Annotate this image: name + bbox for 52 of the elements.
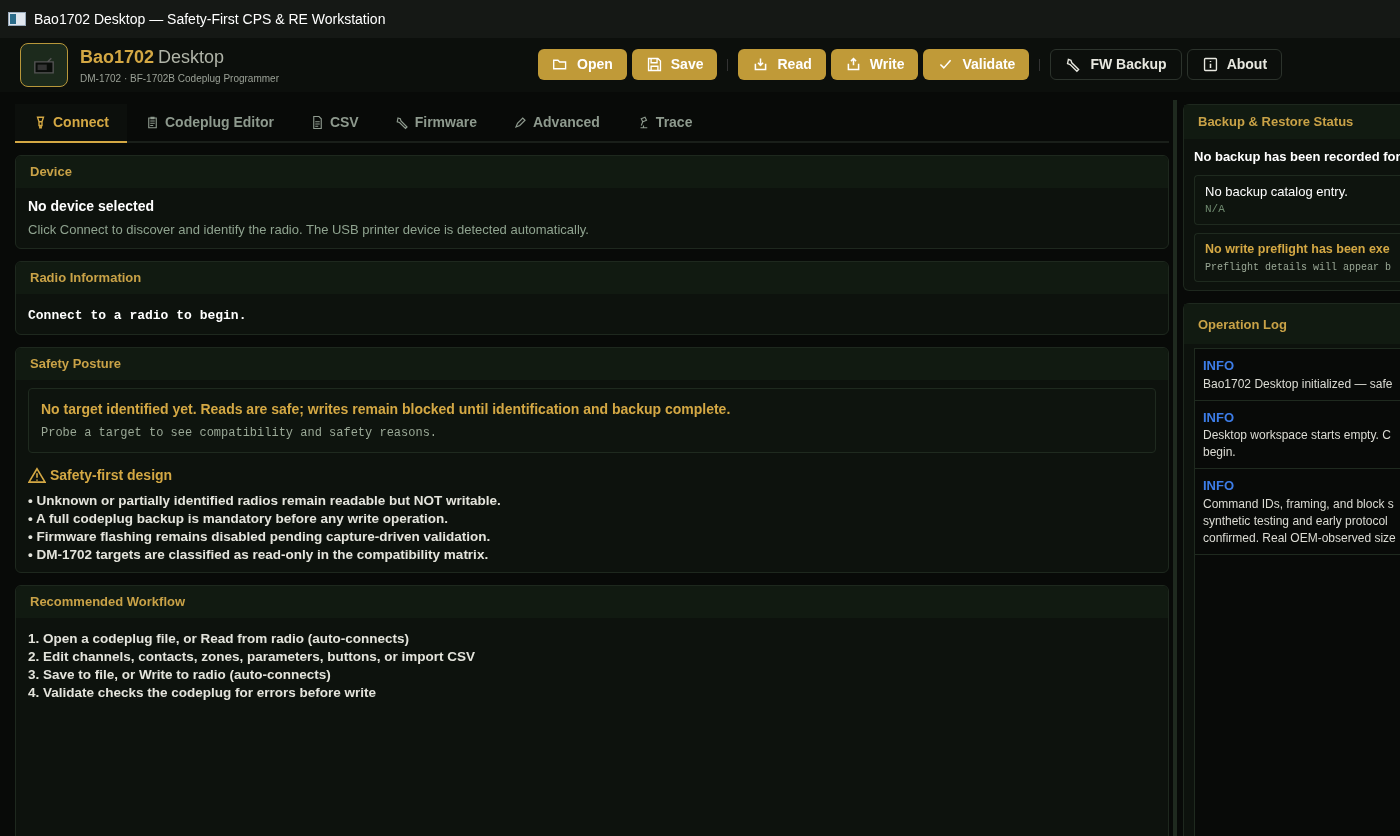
pencil-icon (512, 115, 528, 130)
workflow-step: 1. Open a codeplug file, or Read from radio (auto-connects) (28, 629, 1156, 648)
radio-info-text: Connect to a radio to begin. (28, 307, 247, 323)
safety-point: • Unknown or partially identified radios remain readable but NOT writable. (28, 491, 502, 510)
safety-alert-detail: Probe a target to see compatibility and safety reasons. (41, 424, 439, 442)
log-level: INFO (1203, 357, 1236, 376)
device-status: No device selected (28, 197, 156, 216)
workflow-step: 2. Edit channels, contacts, zones, parameters, buttons, or import CSV (28, 647, 1156, 666)
app-subtitle: DM-1702 · BF-1702B Codeplug Programmer (80, 72, 279, 86)
tab[interactable]: Firmware (376, 104, 495, 141)
panel-title: Backup & Restore Status (1198, 113, 1354, 132)
tab[interactable]: Trace (617, 104, 711, 141)
log-level: INFO (1203, 408, 1236, 427)
panel-title: Operation Log (1198, 315, 1287, 334)
tab[interactable]: Codeplug Editor (127, 104, 292, 141)
safety-point: • A full codeplug backup is mandatory before any write operation. (28, 509, 450, 528)
app-icon (8, 12, 26, 26)
panel-title: Device (30, 163, 72, 182)
log-message: Desktop workspace starts empty. C (1203, 427, 1392, 445)
window-title: Bao1702 Desktop — Safety-First CPS & RE Workstation (34, 9, 386, 29)
panel-title: Recommended Workflow (30, 592, 186, 611)
design-title: Safety-first design (50, 465, 173, 485)
warning-icon (28, 467, 46, 483)
log-message: Bao1702 Desktop initialized — safe (1203, 375, 1392, 393)
catalog-detail: N/A (1205, 202, 1226, 217)
clipboard-icon (145, 115, 160, 130)
workflow-step: 3. Save to file, or Write to radio (auto-connects) (28, 665, 1156, 684)
preflight-status: No write preflight has been exe (1205, 240, 1390, 258)
log-message: Command IDs, framing, and block s (1203, 495, 1392, 513)
log-message: begin. (1203, 444, 1237, 462)
tab[interactable]: CSV (291, 104, 377, 141)
log-message: synthetic testing and early protocol (1203, 512, 1389, 530)
panel-title: Radio Information (30, 268, 142, 287)
safety-point: • Firmware flashing remains disabled pending capture-driven validation. (28, 527, 492, 546)
workflow-step: 4. Validate checks the codeplug for errors before write (28, 683, 1156, 702)
log-level: INFO (1203, 477, 1236, 496)
panel-title: Safety Posture (30, 354, 122, 373)
preflight-detail: Preflight details will appear b (1205, 261, 1390, 276)
wrench-icon (394, 115, 410, 130)
brand-name: Bao1702 (80, 46, 155, 69)
info-icon (1201, 56, 1219, 73)
safety-point: • DM-1702 targets are classified as read-only in the compatibility matrix. (28, 545, 490, 564)
outline-button[interactable]: FW Backup (1050, 49, 1182, 80)
outline-button[interactable]: About (1186, 49, 1283, 80)
tab[interactable]: Connect (15, 104, 127, 143)
radio-icon (33, 56, 55, 74)
brand-suffix: Desktop (158, 46, 225, 69)
catalog-text: No backup catalog entry. (1205, 182, 1349, 201)
device-hint: Click Connect to discover and identify the radio. The USB printer device is detected automatically. (28, 221, 590, 239)
tab[interactable]: Advanced (494, 104, 618, 141)
backup-summary: No backup has been recorded for (1194, 148, 1400, 166)
safety-warning-text: No target identified yet. Reads are safe; writes remain blocked until identification and backup complete. (41, 399, 732, 419)
